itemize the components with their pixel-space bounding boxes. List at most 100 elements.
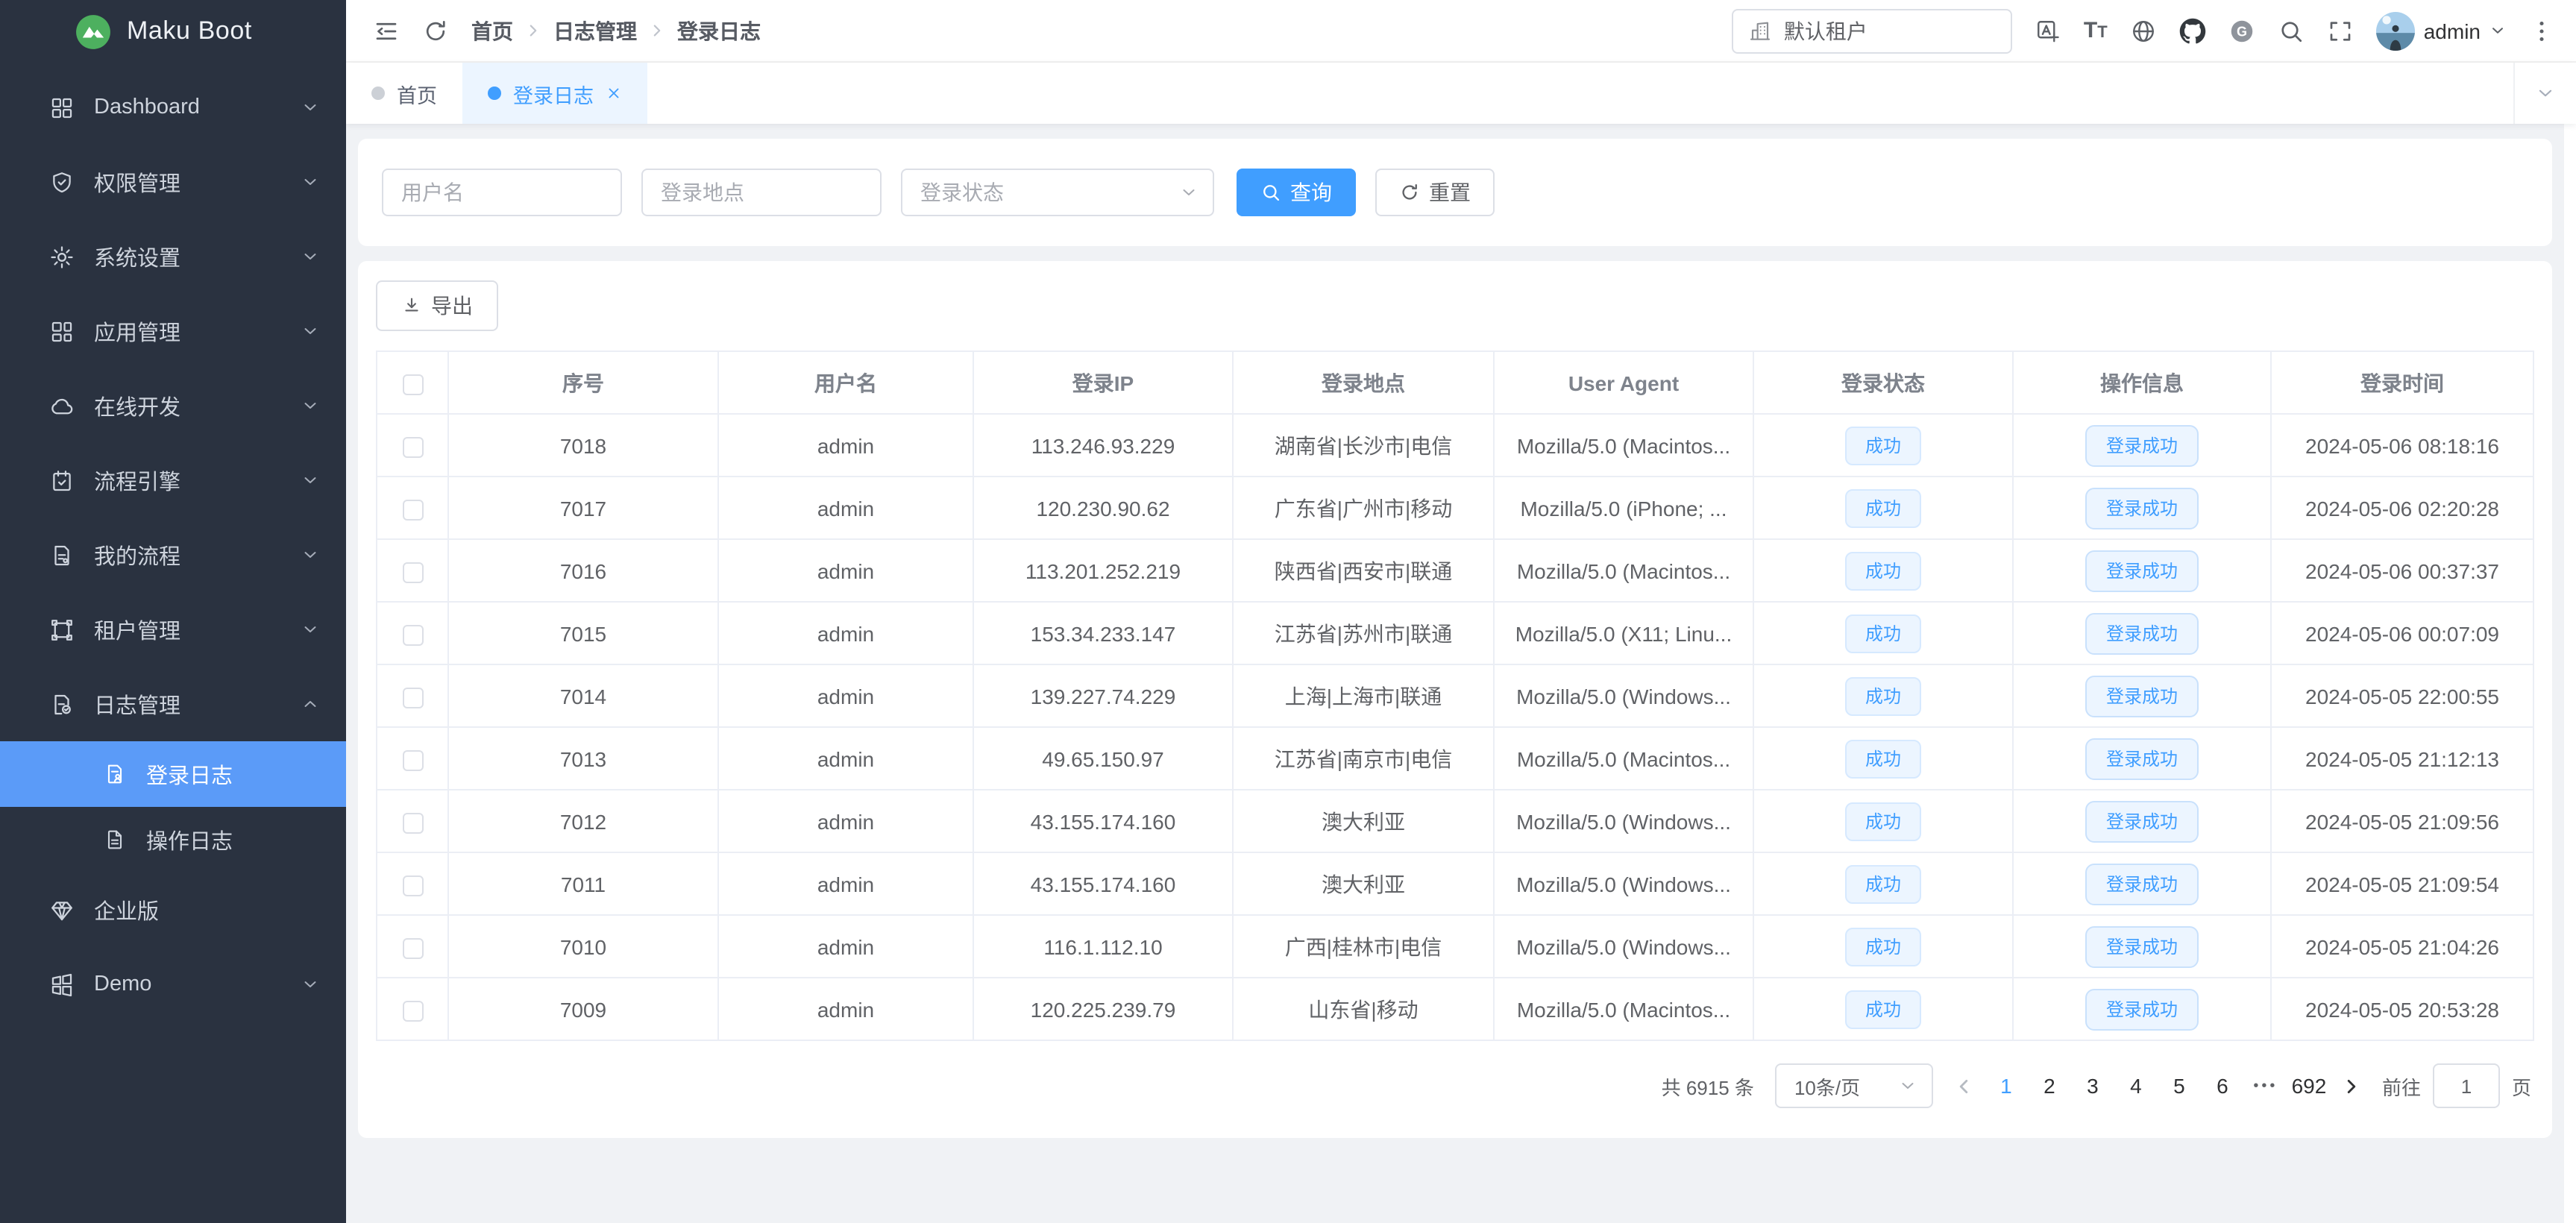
tab-home[interactable]: 首页 [346,63,462,124]
download-icon [401,295,422,316]
row-checkbox[interactable] [402,875,423,896]
tab-login-log[interactable]: 登录日志 [462,63,647,124]
breadcrumb-log-management[interactable]: 日志管理 [553,16,637,45]
last-page-button[interactable]: 692 [2290,1065,2328,1107]
tab-list-dropdown-button[interactable] [2513,63,2576,124]
sidebar-item-log-management[interactable]: 日志管理 [0,667,346,741]
gitee-icon[interactable]: G [2228,17,2255,44]
sidebar-item-system-settings[interactable]: 系统设置 [0,219,346,294]
user-menu[interactable]: admin [2376,11,2506,50]
cell-login-ip: 120.230.90.62 [973,477,1233,539]
sidebar-item-tenant-management[interactable]: 租户管理 [0,592,346,667]
close-icon[interactable] [606,85,622,101]
sidebar-subitem-login-log[interactable]: 登录日志 [0,741,346,807]
more-menu-button[interactable] [2528,17,2555,44]
collapse-sidebar-button[interactable] [373,17,400,44]
goto-page-input[interactable] [2433,1063,2500,1108]
sidebar-subitem-operation-log[interactable]: 操作日志 [0,807,346,873]
kebab-icon [2528,17,2555,44]
reset-button[interactable]: 重置 [1375,169,1495,216]
breadcrumb-home[interactable]: 首页 [471,16,513,45]
table-body: 7018admin113.246.93.229湖南省|长沙市|电信Mozilla… [377,414,2533,1040]
sidebar-menu: Dashboard 权限管理 系统设置 应用管理 在线开发 [0,63,346,1223]
row-checkbox[interactable] [402,1000,423,1021]
page-number-button[interactable]: 5 [2160,1065,2199,1107]
table-row: 7013admin49.65.150.97江苏省|南京市|电信Mozilla/5… [377,727,2533,790]
row-checkbox[interactable] [402,812,423,833]
cell-no: 7009 [448,978,718,1040]
page-number-button[interactable]: 3 [2073,1065,2112,1107]
page-size-select[interactable]: 10条/页 [1775,1063,1933,1108]
sidebar-item-enterprise[interactable]: 企业版 [0,873,346,947]
sidebar-item-demo[interactable]: Demo [0,947,346,1022]
cell-login-ip: 113.201.252.219 [973,539,1233,602]
row-checkbox[interactable] [402,562,423,582]
globe-icon[interactable] [2130,17,2157,44]
page-number-button[interactable]: 2 [2030,1065,2069,1107]
sidebar-item-label: 企业版 [94,894,159,925]
next-page-button[interactable] [2342,1076,2361,1095]
sidebar-item-workflow-engine[interactable]: 流程引擎 [0,443,346,518]
cell-username: admin [718,790,973,852]
sidebar-item-permissions[interactable]: 权限管理 [0,145,346,219]
tab-bar: 首页 登录日志 [346,63,2576,124]
brand[interactable]: Maku Boot [0,0,346,63]
prev-page-button[interactable] [1954,1076,1973,1095]
row-checkbox[interactable] [402,749,423,770]
row-checkbox[interactable] [402,687,423,708]
search-button[interactable] [2278,17,2305,44]
sidebar-item-dashboard[interactable]: Dashboard [0,70,346,145]
chevron-down-icon [1899,1077,1917,1095]
table-row: 7014admin139.227.74.229上海|上海市|联通Mozilla/… [377,664,2533,727]
chevron-down-icon [301,397,319,415]
navbar-right: 默认租户 TT G [1732,8,2555,53]
page-number-button[interactable]: 6 [2203,1065,2242,1107]
shield-check-icon [49,169,75,195]
status-filter-select[interactable]: 登录状态 [901,169,1214,216]
row-checkbox[interactable] [402,624,423,645]
page-number-button[interactable]: 1 [1987,1065,2026,1107]
total-count: 共 6915 条 [1662,1072,1754,1100]
header-status: 登录状态 [1753,351,2013,414]
font-size-button[interactable]: TT [2084,19,2108,42]
cell-no: 7012 [448,790,718,852]
refresh-button[interactable] [422,17,449,44]
status-badge: 成功 [1846,927,1920,966]
cell-user-agent: Mozilla/5.0 (Macintos... [1494,727,1753,790]
chevron-down-icon [301,98,319,116]
github-icon[interactable] [2179,17,2206,44]
demo-grid-icon [49,972,75,997]
chevron-down-icon [301,975,319,993]
location-filter-input[interactable] [641,169,882,216]
row-checkbox[interactable] [402,499,423,520]
table-row: 7012admin43.155.174.160澳大利亚Mozilla/5.0 (… [377,790,2533,852]
search-button[interactable]: 查询 [1237,169,1356,216]
sidebar-item-label: 在线开发 [94,390,180,421]
cell-time: 2024-05-05 21:12:13 [2271,727,2533,790]
search-icon [1260,182,1281,203]
row-checkbox[interactable] [402,436,423,457]
more-pages-button[interactable]: ••• [2246,1078,2285,1094]
cloud-icon [49,393,75,418]
sidebar-item-my-workflow[interactable]: 我的流程 [0,518,346,592]
translate-button[interactable] [2035,17,2061,44]
sidebar-item-app-management[interactable]: 应用管理 [0,294,346,368]
page-number-button[interactable]: 4 [2117,1065,2155,1107]
cell-time: 2024-05-05 21:09:54 [2271,852,2533,915]
tenant-select[interactable]: 默认租户 [1732,8,2012,53]
header-time: 登录时间 [2271,351,2533,414]
header-login-ip: 登录IP [973,351,1233,414]
tenant-select-value: 默认租户 [1784,16,1867,45]
export-button[interactable]: 导出 [376,280,498,331]
cell-username: admin [718,664,973,727]
row-checkbox[interactable] [402,937,423,958]
fullscreen-button[interactable] [2327,17,2354,44]
tab-label: 登录日志 [513,78,594,108]
document-icon [103,828,127,852]
username-filter-input[interactable] [382,169,622,216]
status-badge: 成功 [1846,551,1920,590]
sidebar-item-online-dev[interactable]: 在线开发 [0,368,346,443]
select-all-checkbox[interactable] [402,374,423,394]
sidebar-subitem-label: 登录日志 [146,758,233,790]
chevron-right-icon [525,22,541,39]
